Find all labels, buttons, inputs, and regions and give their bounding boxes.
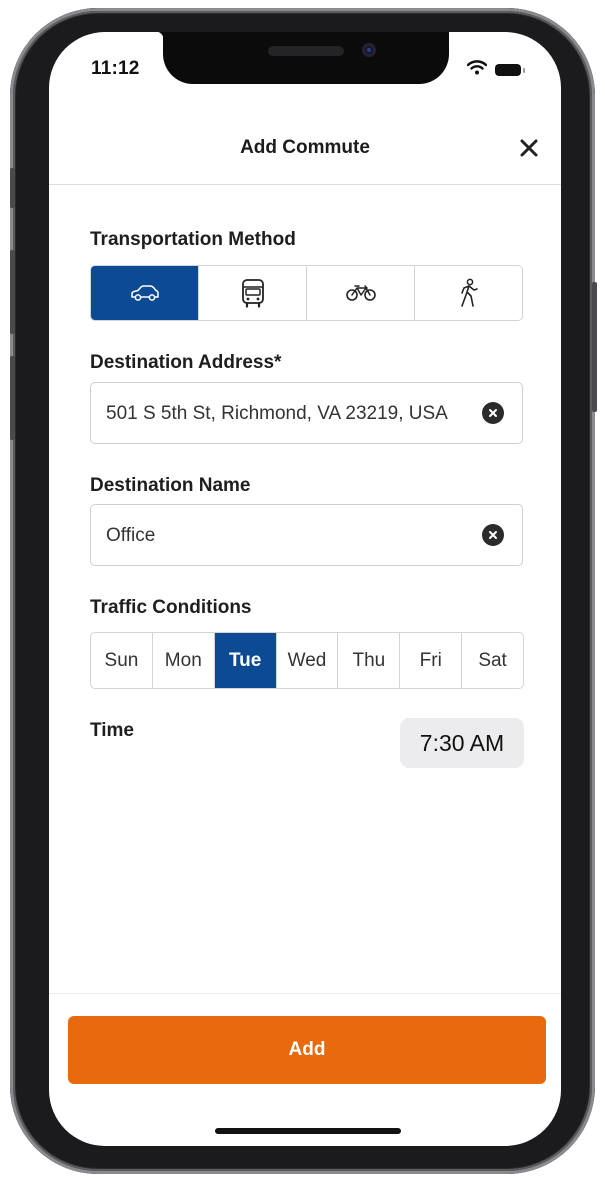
day-wed[interactable]: Wed	[277, 633, 339, 688]
destination-address-field[interactable]: 501 S 5th St, Richmond, VA 23219, USA	[90, 382, 523, 444]
status-icons	[466, 60, 525, 80]
day-mon[interactable]: Mon	[153, 633, 215, 688]
volume-down-button	[10, 356, 15, 440]
day-tue[interactable]: Tue	[214, 633, 277, 688]
wifi-icon	[466, 60, 488, 80]
app-screen: 11:12 Add Commute Transportation Method	[49, 32, 561, 1146]
battery-icon	[495, 64, 525, 76]
day-sun[interactable]: Sun	[91, 633, 153, 688]
transport-option-car[interactable]	[91, 266, 199, 320]
destination-name-field[interactable]: Office	[90, 504, 523, 566]
destination-address-label: Destination Address*	[90, 352, 282, 373]
add-button[interactable]: Add	[68, 1016, 546, 1084]
volume-up-button	[10, 250, 15, 334]
time-label: Time	[90, 720, 135, 741]
modal-header: Add Commute	[49, 114, 561, 185]
speaker-grille	[268, 46, 344, 56]
power-button	[592, 282, 597, 412]
notch	[153, 32, 449, 84]
destination-address-value: 501 S 5th St, Richmond, VA 23219, USA	[106, 403, 448, 424]
transport-option-bicycle[interactable]	[307, 266, 415, 320]
transport-option-bus[interactable]	[199, 266, 307, 320]
day-sat[interactable]: Sat	[462, 633, 523, 688]
traffic-conditions-label: Traffic Conditions	[90, 597, 252, 618]
close-icon	[520, 139, 538, 157]
front-camera	[362, 43, 376, 57]
silent-switch	[10, 168, 15, 208]
transportation-selector	[90, 265, 523, 321]
walking-icon	[460, 278, 478, 307]
footer-divider	[49, 993, 561, 994]
bicycle-icon	[345, 285, 376, 301]
day-fri[interactable]: Fri	[400, 633, 463, 688]
transportation-label: Transportation Method	[90, 229, 296, 250]
car-icon	[130, 285, 159, 301]
bus-icon	[241, 279, 264, 308]
destination-name-value: Office	[106, 525, 156, 546]
destination-name-label: Destination Name	[90, 475, 251, 496]
clear-icon	[489, 409, 497, 417]
clear-name-button[interactable]	[482, 524, 504, 546]
transport-option-walk[interactable]	[415, 266, 522, 320]
time-picker-button[interactable]: 7:30 AM	[400, 718, 524, 768]
status-time: 11:12	[91, 58, 140, 79]
clear-address-button[interactable]	[482, 402, 504, 424]
close-button[interactable]	[515, 134, 543, 162]
clear-icon	[489, 531, 497, 539]
day-selector: Sun Mon Tue Wed Thu Fri Sat	[90, 632, 524, 689]
page-title: Add Commute	[240, 137, 370, 158]
home-indicator	[215, 1128, 401, 1134]
day-thu[interactable]: Thu	[338, 633, 401, 688]
